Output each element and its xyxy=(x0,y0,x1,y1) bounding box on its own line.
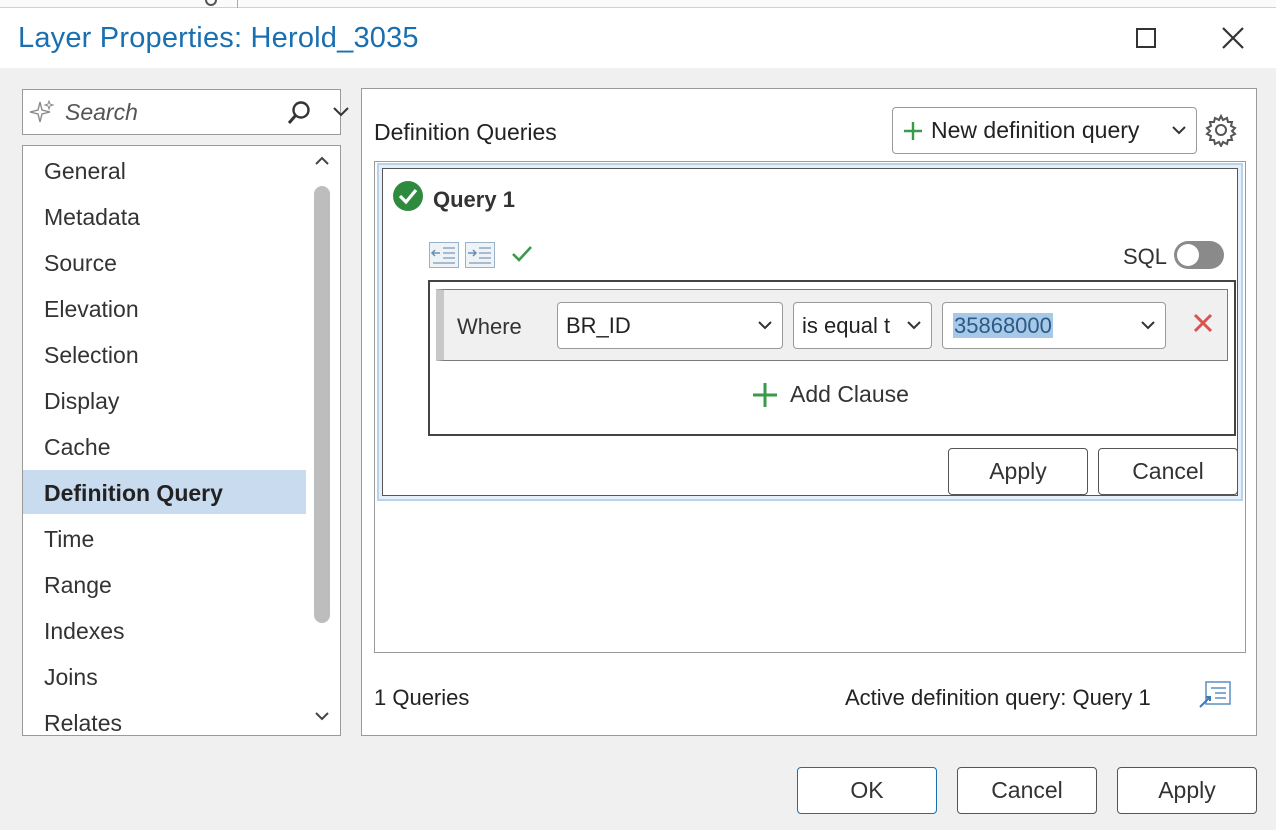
chevron-down-icon xyxy=(906,320,922,332)
query-apply-button[interactable]: Apply xyxy=(948,448,1088,495)
query-list: Query 1 SQL Where BR_ID is equal t 35868… xyxy=(374,161,1246,653)
clause-builder: Where BR_ID is equal t 35868000 Add Clau… xyxy=(428,280,1236,436)
search-box xyxy=(22,89,349,135)
add-clause-button[interactable]: Add Clause xyxy=(752,381,909,408)
field-value: BR_ID xyxy=(566,313,631,338)
chevron-down-icon xyxy=(758,321,772,330)
query-card: Query 1 SQL Where BR_ID is equal t 35868… xyxy=(377,163,1243,501)
gear-icon[interactable] xyxy=(1204,113,1238,147)
operator-dropdown[interactable]: is equal t xyxy=(793,302,932,349)
query-count: 1 Queries xyxy=(374,685,470,710)
scrollbar-thumb[interactable] xyxy=(314,186,330,623)
query-cancel-button[interactable]: Cancel xyxy=(1098,448,1238,495)
nav-item-selection[interactable]: Selection xyxy=(23,332,306,376)
category-list: General Metadata Source Elevation Select… xyxy=(22,145,341,736)
query-name: Query 1 xyxy=(433,187,515,212)
field-dropdown[interactable]: BR_ID xyxy=(557,302,783,349)
operator-value: is equal t xyxy=(802,313,891,338)
search-icon[interactable] xyxy=(286,100,312,126)
outdent-icon[interactable] xyxy=(429,242,459,268)
where-clause-row: Where BR_ID is equal t 35868000 xyxy=(436,289,1228,361)
nav-item-metadata[interactable]: Metadata xyxy=(23,194,306,238)
sparkle-icon xyxy=(29,100,55,123)
active-query-label: Active definition query: Query 1 xyxy=(845,685,1151,710)
apply-button[interactable]: Apply xyxy=(1117,767,1257,814)
value-text[interactable]: 35868000 xyxy=(953,313,1053,338)
nav-item-joins[interactable]: Joins xyxy=(23,654,306,698)
scroll-down-arrow[interactable] xyxy=(313,709,331,723)
nav-item-time[interactable]: Time xyxy=(23,516,306,560)
definition-query-panel: Definition Queries New definition query … xyxy=(361,88,1257,736)
cancel-button[interactable]: Cancel xyxy=(957,767,1097,814)
scroll-up-arrow[interactable] xyxy=(313,154,331,168)
parent-window-divider xyxy=(237,0,238,8)
nav-item-relates[interactable]: Relates xyxy=(23,700,306,735)
ok-button[interactable]: OK xyxy=(797,767,937,814)
nav-item-indexes[interactable]: Indexes xyxy=(23,608,306,652)
maximize-icon xyxy=(1136,28,1156,48)
search-input[interactable] xyxy=(65,98,275,126)
value-combobox[interactable]: 35868000 xyxy=(942,302,1166,349)
where-label: Where xyxy=(457,314,522,339)
active-query-list-icon[interactable] xyxy=(1198,679,1232,709)
maximize-button[interactable] xyxy=(1126,20,1166,56)
query-card-body: Query 1 SQL Where BR_ID is equal t 35868… xyxy=(382,168,1238,496)
verify-checkmark-icon[interactable] xyxy=(510,244,534,264)
nav-item-elevation[interactable]: Elevation xyxy=(23,286,306,330)
new-definition-query-label: New definition query xyxy=(931,117,1140,143)
sql-toggle-knob xyxy=(1177,244,1199,266)
parent-window-strip xyxy=(0,0,1276,8)
title-bar: Layer Properties: Herold_3035 xyxy=(0,8,1276,68)
nav-item-source[interactable]: Source xyxy=(23,240,306,284)
close-button[interactable] xyxy=(1213,20,1253,56)
dialog-title: Layer Properties: Herold_3035 xyxy=(18,22,419,54)
nav-item-cache[interactable]: Cache xyxy=(23,424,306,468)
check-circle-icon xyxy=(393,181,423,211)
chevron-down-icon xyxy=(1172,126,1186,135)
chevron-down-icon[interactable] xyxy=(332,106,350,118)
nav-item-general[interactable]: General xyxy=(23,148,306,192)
panel-title: Definition Queries xyxy=(374,119,557,145)
sql-toggle[interactable] xyxy=(1174,241,1224,269)
nav-item-definition-query[interactable]: Definition Query xyxy=(23,470,306,514)
chevron-down-icon xyxy=(1141,321,1155,330)
close-icon xyxy=(1222,27,1244,49)
delete-clause-icon[interactable] xyxy=(1192,312,1214,334)
parent-window-glyph xyxy=(205,0,217,6)
add-clause-label: Add Clause xyxy=(790,381,909,407)
new-definition-query-button[interactable]: New definition query xyxy=(892,107,1197,154)
indent-icon[interactable] xyxy=(465,242,495,268)
plus-icon xyxy=(904,121,922,140)
plus-icon xyxy=(753,382,777,407)
nav-item-display[interactable]: Display xyxy=(23,378,306,422)
sql-label: SQL xyxy=(1123,244,1168,269)
nav-item-range[interactable]: Range xyxy=(23,562,306,606)
